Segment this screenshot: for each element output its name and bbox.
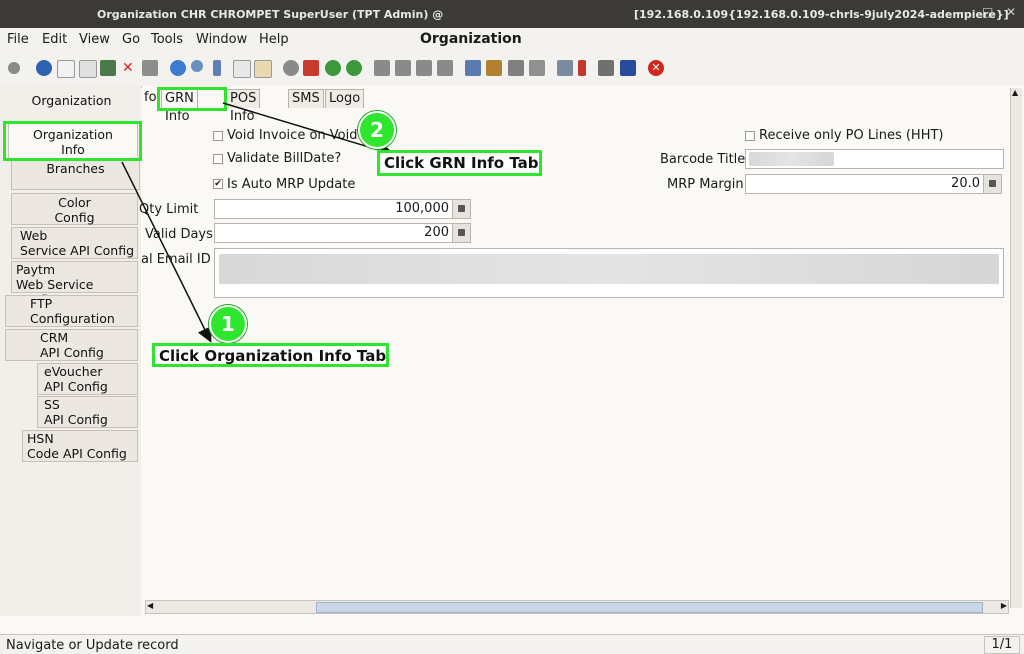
- step-2-callout: Click GRN Info Tab: [377, 150, 542, 176]
- step-2-badge: 2: [358, 111, 396, 149]
- arrow-step-1: [121, 161, 212, 343]
- annotation-arrows: [121, 102, 395, 343]
- step-1-callout: Click Organization Info Tab: [152, 343, 389, 367]
- step-1-badge: 1: [209, 305, 247, 343]
